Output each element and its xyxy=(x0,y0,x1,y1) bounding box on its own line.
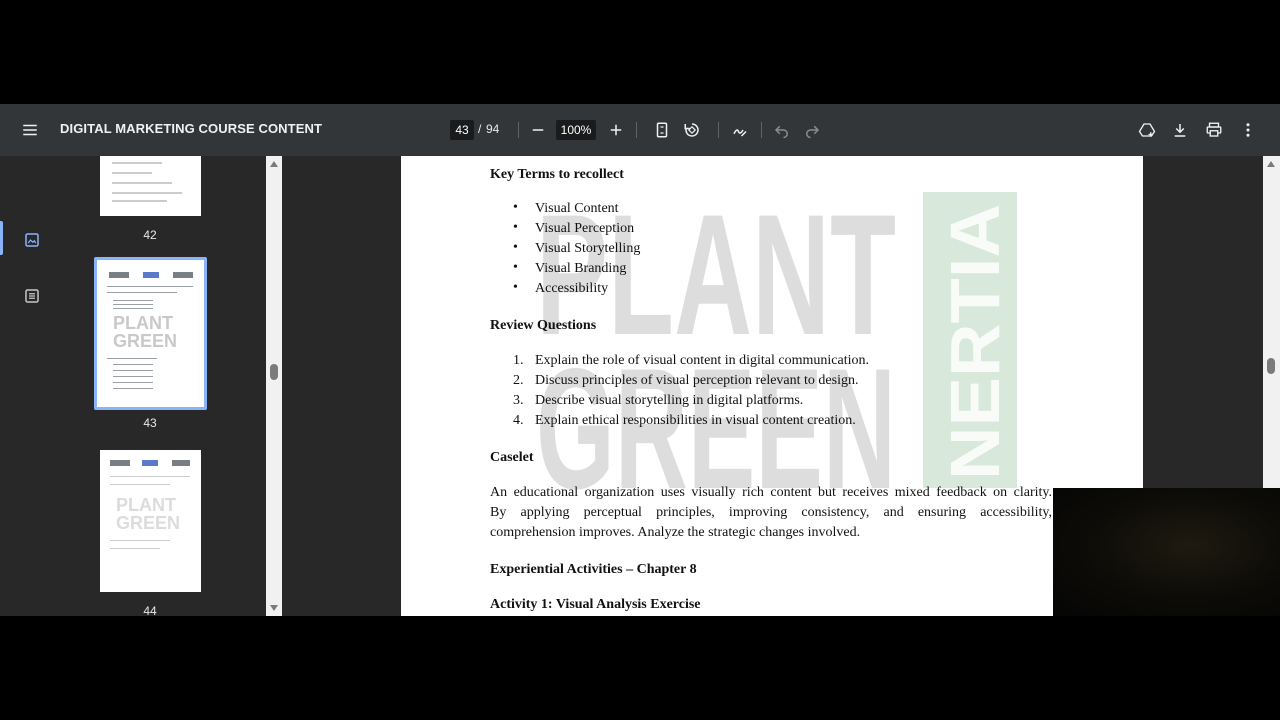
more-vert-icon[interactable] xyxy=(1234,116,1262,144)
bullet-dot: • xyxy=(513,200,518,215)
zoom-level-input[interactable]: 100% xyxy=(556,120,596,140)
thumbnail-label: 44 xyxy=(143,604,157,616)
minus-icon[interactable] xyxy=(524,116,552,144)
question-number: 4. xyxy=(513,413,524,428)
key-term-item: Visual Storytelling xyxy=(535,241,641,256)
scrollbar-thumb[interactable] xyxy=(270,364,278,380)
document-title: DIGITAL MARKETING COURSE CONTENT xyxy=(60,121,322,136)
svg-text:NERTIA: NERTIA xyxy=(936,204,1014,480)
fit-page-icon[interactable] xyxy=(648,116,676,144)
thumbnail-page-43[interactable]: PLANT GREEN xyxy=(94,257,207,410)
sidebar-rail xyxy=(0,156,62,616)
watermark-block: NERTIA xyxy=(923,192,1017,488)
rotate-icon[interactable] xyxy=(678,116,706,144)
toolbar-divider xyxy=(518,122,519,138)
experiential-activities-heading: Experiential Activities – Chapter 8 xyxy=(490,562,697,577)
bullet-dot: • xyxy=(513,260,518,275)
bullet-dot: • xyxy=(513,280,518,295)
caselet-text-line: An educational organization uses visuall… xyxy=(490,485,1052,500)
scrollbar-thumb[interactable] xyxy=(1267,358,1275,374)
question-number: 3. xyxy=(513,393,524,408)
undo-icon[interactable] xyxy=(768,116,796,144)
thumbnail-label: 43 xyxy=(143,416,157,430)
activity-heading: Activity 1: Visual Analysis Exercise xyxy=(490,597,701,612)
caselet-text-line: By applying perceptual principles, impro… xyxy=(490,505,1052,520)
thumbnails-view-icon[interactable] xyxy=(18,226,46,254)
scroll-up-arrow-icon[interactable] xyxy=(1266,160,1276,168)
page-total: 94 xyxy=(486,122,500,136)
key-term-item: Visual Perception xyxy=(535,221,635,236)
thumbnail-label: 42 xyxy=(143,228,157,242)
page-separator: / xyxy=(478,122,482,136)
save-to-drive-icon[interactable] xyxy=(1133,116,1161,144)
bullet-dot: • xyxy=(513,240,518,255)
pdf-page: PLANT GREEN NERTIA Key Terms to recollec… xyxy=(401,156,1143,616)
thumbnail-pane: 42 PLANT GREEN 43 PLANT GREEN 44 xyxy=(62,156,266,616)
download-icon[interactable] xyxy=(1166,116,1194,144)
key-terms-heading: Key Terms to recollect xyxy=(490,167,624,182)
active-indicator xyxy=(0,221,3,255)
thumbnail-page-44[interactable]: PLANT GREEN xyxy=(100,450,201,592)
key-term-item: Visual Content xyxy=(535,201,619,216)
question-number: 2. xyxy=(513,373,524,388)
thumbnail-page-42[interactable] xyxy=(100,156,201,216)
redo-icon[interactable] xyxy=(798,116,826,144)
print-icon[interactable] xyxy=(1200,116,1228,144)
outline-view-icon[interactable] xyxy=(18,282,46,310)
key-term-item: Accessibility xyxy=(535,281,609,296)
question-text: Explain the role of visual content in di… xyxy=(535,353,869,368)
review-questions-heading: Review Questions xyxy=(490,318,597,333)
thumbnail-scrollbar[interactable] xyxy=(266,156,282,616)
scroll-up-arrow-icon[interactable] xyxy=(269,160,279,168)
toolbar-divider xyxy=(761,122,762,138)
pen-icon[interactable] xyxy=(726,116,754,144)
scroll-down-arrow-icon[interactable] xyxy=(269,604,279,612)
caselet-heading: Caselet xyxy=(490,450,534,465)
thumbnail-watermark: PLANT GREEN xyxy=(116,495,181,533)
thumbnail-watermark: PLANT GREEN xyxy=(113,313,178,351)
question-text: Discuss principles of visual perception … xyxy=(535,373,859,388)
question-number: 1. xyxy=(513,353,524,368)
bullet-dot: • xyxy=(513,220,518,235)
key-term-item: Visual Branding xyxy=(535,261,627,276)
hamburger-menu-icon[interactable] xyxy=(16,116,44,144)
plus-icon[interactable] xyxy=(602,116,630,144)
pdf-toolbar: DIGITAL MARKETING COURSE CONTENT 43 / 94… xyxy=(0,104,1280,156)
page-number-input[interactable]: 43 xyxy=(450,120,474,140)
question-text: Describe visual storytelling in digital … xyxy=(535,393,804,408)
caselet-text-line: comprehension improves. Analyze the stra… xyxy=(490,525,861,540)
toolbar-divider xyxy=(636,122,637,138)
toolbar-divider xyxy=(718,122,719,138)
video-overlay xyxy=(1053,488,1280,616)
question-text: Explain ethical responsibilities in visu… xyxy=(535,413,856,428)
